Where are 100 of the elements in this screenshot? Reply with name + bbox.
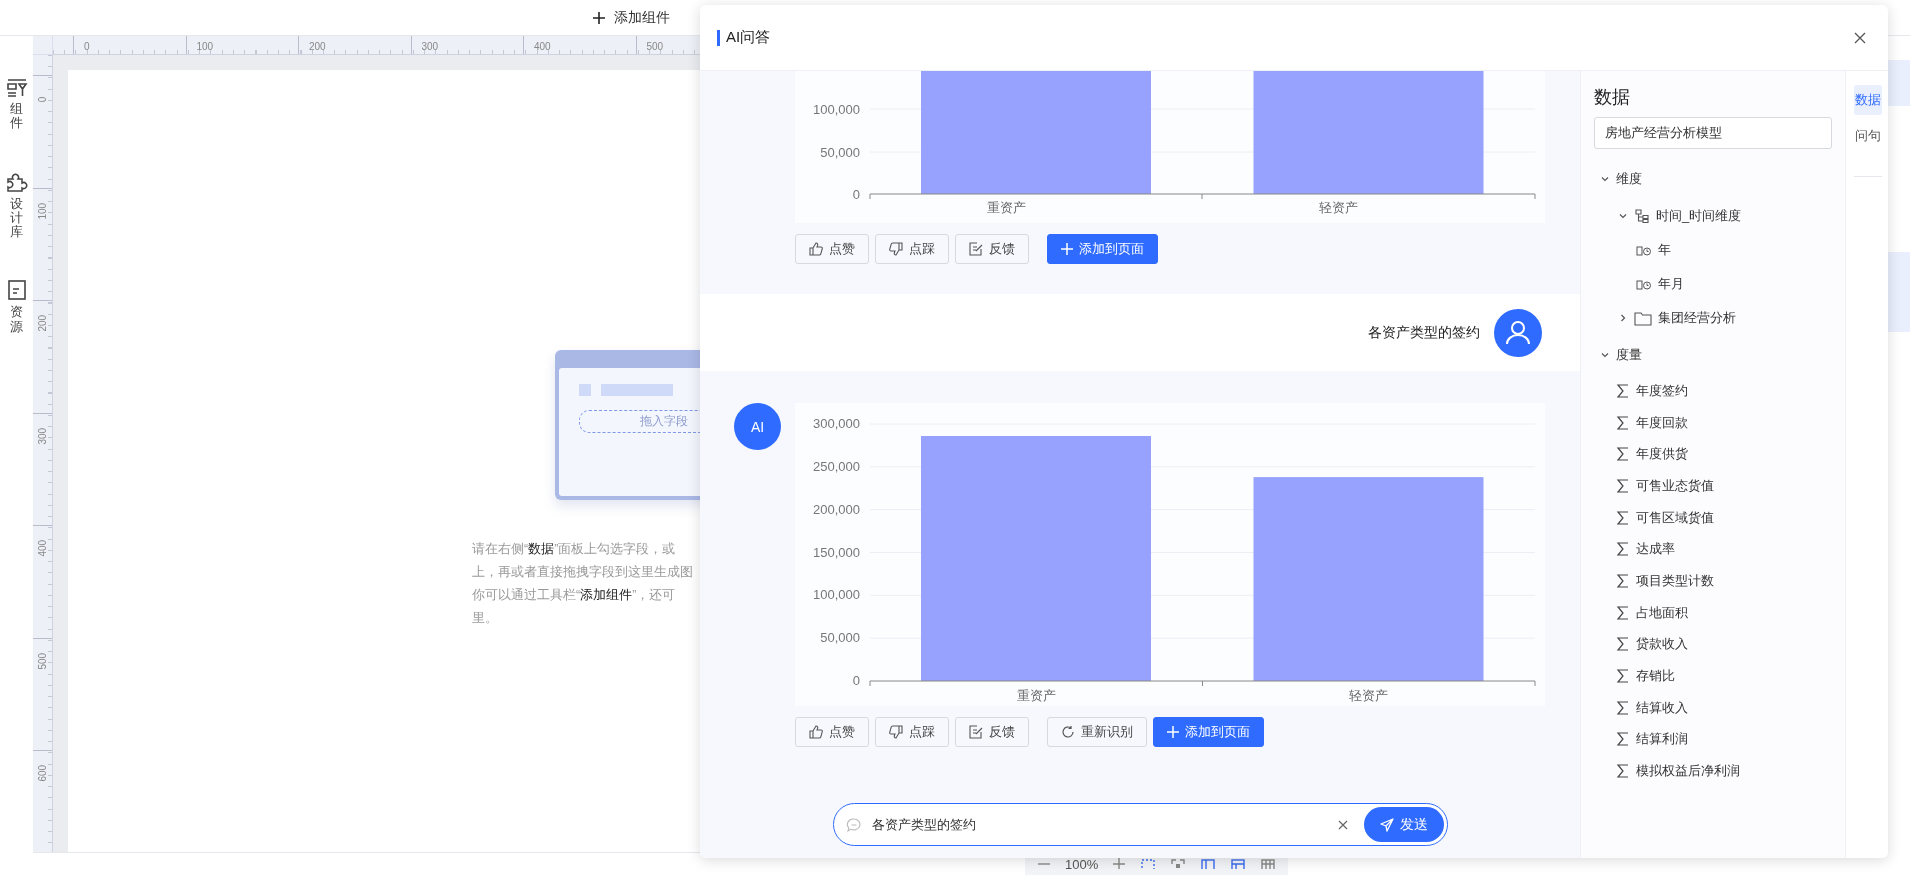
ruler-label: 0: [84, 41, 90, 52]
puzzle-icon: [5, 170, 28, 193]
tree-item[interactable]: 可售业态货值: [1594, 470, 1832, 502]
hint-text: 上，再或者直接拖拽字段到这里生成图: [472, 564, 693, 581]
sigma-icon: [1616, 699, 1630, 716]
thumbs-up-icon: [809, 242, 823, 256]
tree-item[interactable]: 结算利润: [1594, 723, 1832, 756]
ruler-label: 400: [36, 542, 48, 557]
tree-item[interactable]: 模拟权益后净利润: [1594, 755, 1832, 787]
date-field-icon: [1636, 243, 1652, 257]
clear-icon[interactable]: [1337, 819, 1348, 830]
ruler-label: 300: [421, 41, 439, 52]
retry-button[interactable]: 重新识别: [1047, 717, 1147, 747]
sigma-icon: [1616, 414, 1630, 431]
axis-tick-label: 100,000: [813, 103, 860, 116]
thumbs-up-icon: [809, 725, 823, 739]
grid-icon[interactable]: [1260, 857, 1277, 869]
send-button[interactable]: 发送: [1363, 807, 1444, 842]
user-avatar-icon: [1494, 308, 1542, 357]
like-button[interactable]: 点赞: [795, 234, 869, 264]
axis-tick-label: 0: [852, 188, 860, 201]
chevron-right-icon: [1618, 313, 1628, 323]
ruler-label: 200: [309, 41, 326, 52]
tree-item[interactable]: 达成率: [1594, 533, 1832, 566]
tree-item[interactable]: 占地面积: [1594, 596, 1832, 629]
dialog-title: AI问答: [726, 28, 772, 47]
sigma-icon: [1616, 668, 1630, 685]
axis-category-label: 重资产: [1016, 688, 1056, 703]
tree-item[interactable]: 贷款收入: [1594, 628, 1832, 661]
tree-item[interactable]: 年度签约: [1594, 375, 1832, 407]
sigma-icon: [1616, 477, 1630, 494]
sigma-icon: [1616, 541, 1630, 558]
axis-tick-label: 200,000: [813, 501, 860, 517]
ruler-label: 100: [196, 41, 214, 52]
add-button[interactable]: 添加到页面: [1047, 234, 1158, 264]
tree-item[interactable]: 年月: [1594, 267, 1832, 301]
tree-item[interactable]: 可售区域货值: [1594, 501, 1832, 534]
sigma-icon: [1616, 636, 1630, 653]
hierarchy-icon: [1634, 208, 1650, 224]
edit-icon: [969, 242, 983, 256]
user-message: 各资产类型的签约: [1368, 323, 1480, 342]
chevron-down-icon: [1600, 174, 1610, 184]
question-input[interactable]: 各资产类型的签约 发送: [832, 803, 1448, 846]
ruler-label: 500: [646, 41, 664, 52]
dislike-button[interactable]: 点踩: [875, 234, 949, 264]
ruler-label: 0: [36, 95, 48, 105]
ruler-label: 300: [36, 430, 48, 444]
feedback-button[interactable]: 反馈: [955, 234, 1029, 264]
sidebar-item[interactable]: 设计库: [5, 170, 28, 240]
panel-tab[interactable]: 问句: [1853, 121, 1882, 152]
paper-plane-icon: [1379, 817, 1394, 832]
ruler-label: 500: [36, 655, 48, 669]
axis-tick-label: 100,000: [813, 587, 860, 603]
date-field-icon: [1636, 277, 1652, 291]
sidebar-item[interactable]: 资源: [6, 279, 27, 335]
tree-item[interactable]: 年: [1594, 233, 1832, 267]
tree-item[interactable]: 度量: [1594, 335, 1832, 375]
axis-category-label: 重资产: [986, 199, 1026, 217]
sigma-icon: [1616, 446, 1630, 463]
close-icon[interactable]: [1854, 31, 1866, 44]
panel-tab[interactable]: 数据: [1853, 85, 1882, 116]
sigma-icon: [1616, 572, 1630, 589]
sigma-icon: [1616, 763, 1630, 780]
layout-icon[interactable]: [1200, 857, 1217, 869]
hint-text: 里。: [472, 610, 498, 627]
select-icon[interactable]: [1140, 857, 1157, 869]
sigma-icon: [1616, 731, 1630, 748]
axis-tick-label: 50,000: [820, 630, 860, 646]
like-button[interactable]: 点赞: [795, 717, 869, 747]
hint-text: 请在右侧“数据”面板上勾选字段，或: [472, 541, 676, 558]
dislike-button[interactable]: 点踩: [875, 717, 949, 747]
sigma-icon: [1616, 382, 1630, 399]
add-button[interactable]: 添加到页面: [1153, 717, 1264, 747]
tree-item[interactable]: 集团经营分析: [1594, 301, 1832, 335]
chevron-down-icon: [1618, 211, 1628, 221]
model-select[interactable]: 房地产经营分析模型: [1594, 117, 1832, 149]
axis-tick-label: 300,000: [813, 416, 860, 431]
sigma-icon: [1616, 604, 1630, 621]
axis-tick-label: 250,000: [813, 458, 860, 474]
sigma-icon: [1616, 509, 1630, 526]
edit-icon: [969, 725, 983, 739]
fit-icon[interactable]: [1170, 857, 1187, 869]
ruler-label: 400: [534, 41, 551, 52]
tree-item[interactable]: 年度回款: [1594, 406, 1832, 439]
refresh-icon: [1061, 725, 1075, 739]
tree-item[interactable]: 年度供货: [1594, 438, 1832, 471]
tree-item[interactable]: 维度: [1594, 159, 1832, 199]
tree-item[interactable]: 存销比: [1594, 660, 1832, 692]
tree-item[interactable]: 结算收入: [1594, 691, 1832, 724]
plus-icon: [1167, 726, 1179, 738]
placeholder-bar: [601, 384, 673, 396]
layout-icon[interactable]: [1230, 857, 1247, 869]
add-component-button[interactable]: 添加组件: [588, 6, 674, 29]
zoom-in-icon[interactable]: [1112, 857, 1127, 869]
sidebar-item[interactable]: 组件: [5, 78, 28, 131]
tree-item[interactable]: 项目类型计数: [1594, 565, 1832, 597]
ruler-label: 100: [36, 205, 48, 219]
tree-item[interactable]: 时间_时间维度: [1594, 199, 1832, 233]
feedback-button[interactable]: 反馈: [955, 717, 1029, 747]
plus-icon: [1061, 243, 1073, 255]
